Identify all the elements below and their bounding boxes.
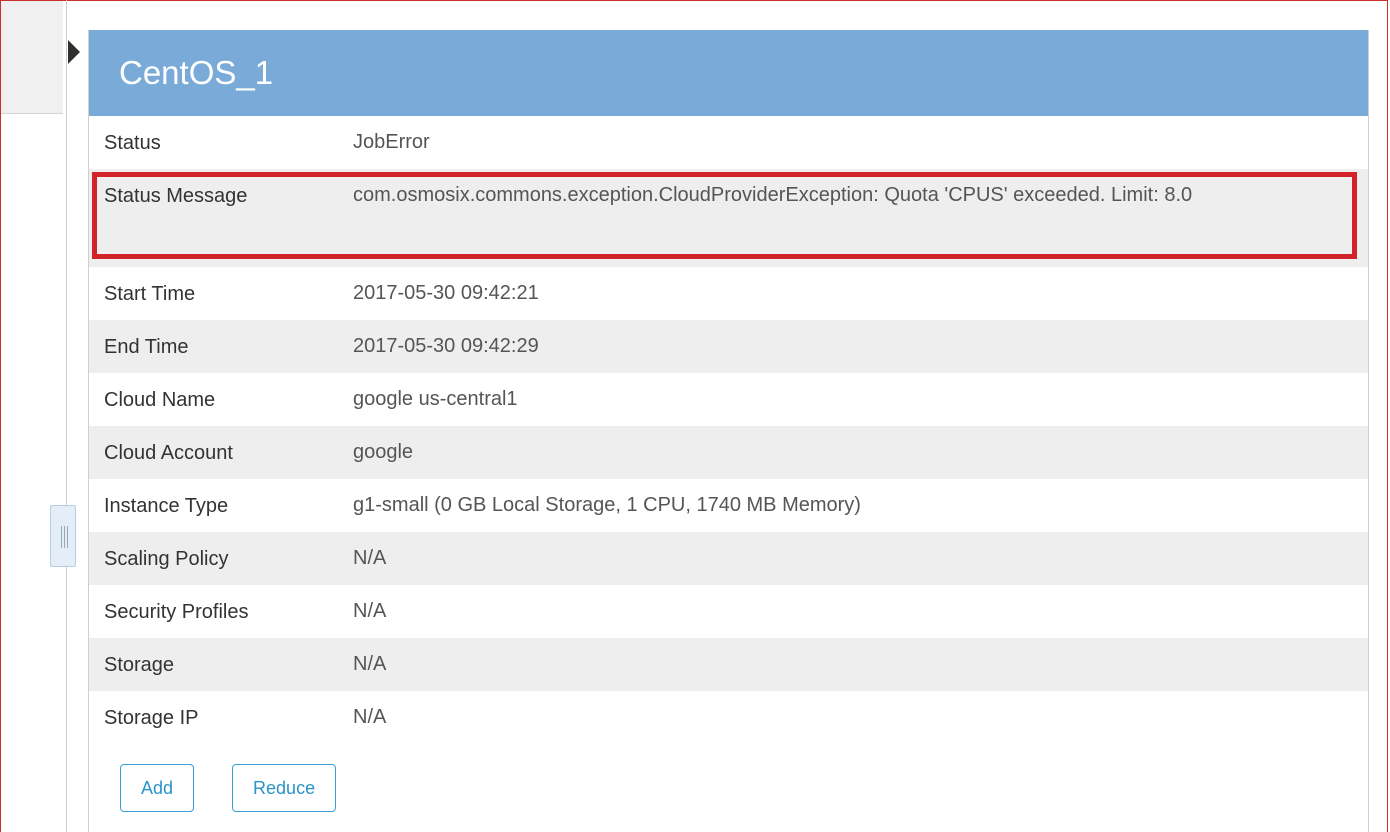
- panel-title: CentOS_1: [89, 30, 1368, 116]
- detail-label: Start Time: [104, 283, 196, 305]
- detail-value: g1-small (0 GB Local Storage, 1 CPU, 174…: [353, 494, 861, 516]
- detail-label: Status: [104, 132, 161, 154]
- detail-value: JobError: [353, 131, 430, 153]
- grip-line: [67, 526, 68, 548]
- detail-value: N/A: [353, 547, 387, 569]
- detail-label: Status Message: [104, 185, 248, 207]
- detail-value: N/A: [353, 600, 387, 622]
- add-button[interactable]: Add: [120, 764, 195, 812]
- detail-value: N/A: [353, 653, 387, 675]
- left-divider: [66, 0, 67, 832]
- grip-line: [61, 526, 62, 548]
- detail-label: Instance Type: [104, 495, 229, 517]
- detail-value: google us-central1: [353, 388, 518, 410]
- reduce-button[interactable]: Reduce: [232, 764, 337, 812]
- detail-value: 2017-05-30 09:42:29: [353, 335, 539, 357]
- action-buttons: Add Reduce: [89, 744, 1368, 812]
- detail-label: Scaling Policy: [104, 548, 229, 570]
- detail-value: google: [353, 441, 414, 463]
- detail-row-storage-ip: Storage IP N/A: [89, 691, 1368, 744]
- detail-label: Cloud Account: [104, 442, 233, 464]
- detail-row-status-message: Status Message com.osmosix.commons.excep…: [89, 169, 1368, 267]
- drag-handle-icon[interactable]: [50, 505, 76, 567]
- detail-value: N/A: [353, 706, 387, 728]
- detail-label: Storage IP: [104, 707, 199, 729]
- grip-line: [64, 526, 65, 548]
- detail-value: 2017-05-30 09:42:21: [353, 282, 539, 304]
- left-nav-strip: [1, 1, 63, 114]
- instance-details-panel: CentOS_1 Status JobError Status Message …: [88, 30, 1369, 832]
- caret-right-icon[interactable]: [68, 40, 80, 64]
- detail-label: Security Profiles: [104, 601, 249, 623]
- detail-label: Storage: [104, 654, 175, 676]
- detail-value: com.osmosix.commons.exception.CloudProvi…: [353, 184, 1193, 206]
- detail-label: End Time: [104, 336, 189, 358]
- detail-label: Cloud Name: [104, 389, 216, 411]
